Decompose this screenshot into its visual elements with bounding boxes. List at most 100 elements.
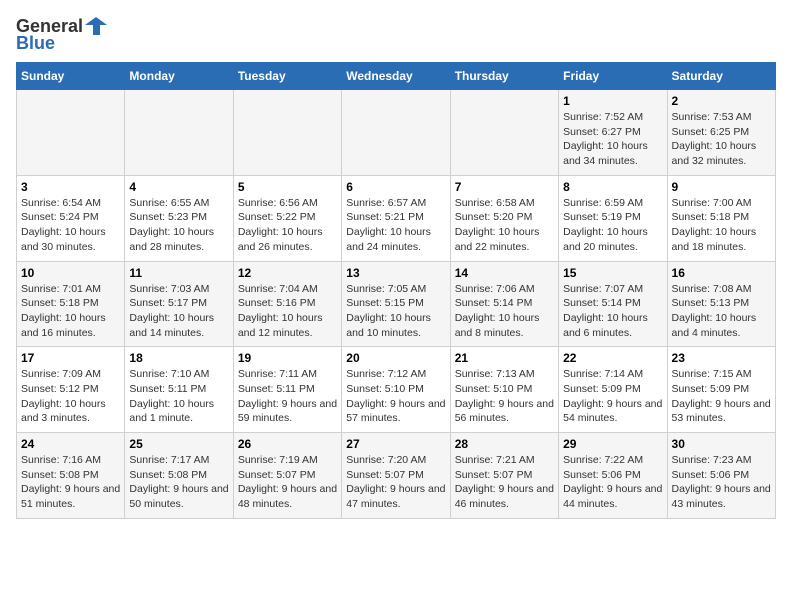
day-info: Sunrise: 6:55 AM Sunset: 5:23 PM Dayligh… (129, 196, 228, 255)
page-header: General Blue (16, 16, 776, 54)
day-number: 4 (129, 180, 228, 194)
calendar-cell: 1Sunrise: 7:52 AM Sunset: 6:27 PM Daylig… (559, 90, 667, 176)
calendar-cell (450, 90, 558, 176)
day-number: 21 (455, 351, 554, 365)
day-number: 28 (455, 437, 554, 451)
calendar-cell: 16Sunrise: 7:08 AM Sunset: 5:13 PM Dayli… (667, 261, 775, 347)
calendar-cell: 27 Sunrise: 7:20 AM Sunset: 5:07 PM Dayli… (342, 433, 450, 519)
calendar-cell: 13 Sunrise: 7:05 AM Sunset: 5:15 PM Dayli… (342, 261, 450, 347)
day-info: Sunrise: 6:54 AM Sunset: 5:24 PM Dayligh… (21, 196, 120, 255)
day-number: 26 (238, 437, 337, 451)
day-info: Sunrise: 7:22 AM Sunset: 5:06 PM Dayligh… (563, 453, 662, 512)
calendar-cell: 4 Sunrise: 6:55 AM Sunset: 5:23 PM Daylig… (125, 175, 233, 261)
day-number: 11 (129, 266, 228, 280)
calendar-cell: 29 Sunrise: 7:22 AM Sunset: 5:06 PM Dayli… (559, 433, 667, 519)
day-number: 17 (21, 351, 120, 365)
day-number: 23 (672, 351, 771, 365)
day-number: 20 (346, 351, 445, 365)
calendar-cell: 28Sunrise: 7:21 AM Sunset: 5:07 PM Dayli… (450, 433, 558, 519)
day-number: 10 (21, 266, 120, 280)
day-number: 25 (129, 437, 228, 451)
day-info: Sunrise: 7:11 AM Sunset: 5:11 PM Dayligh… (238, 367, 337, 426)
calendar-cell (125, 90, 233, 176)
day-number: 5 (238, 180, 337, 194)
calendar-cell: 11 Sunrise: 7:03 AM Sunset: 5:17 PM Dayli… (125, 261, 233, 347)
day-info: Sunrise: 7:01 AM Sunset: 5:18 PM Dayligh… (21, 282, 120, 341)
day-info: Sunrise: 7:16 AM Sunset: 5:08 PM Dayligh… (21, 453, 120, 512)
day-number: 8 (563, 180, 662, 194)
day-number: 3 (21, 180, 120, 194)
day-number: 14 (455, 266, 554, 280)
day-info: Sunrise: 7:13 AM Sunset: 5:10 PM Dayligh… (455, 367, 554, 426)
day-info: Sunrise: 7:14 AM Sunset: 5:09 PM Dayligh… (563, 367, 662, 426)
day-number: 12 (238, 266, 337, 280)
weekday-header-friday: Friday (559, 63, 667, 90)
calendar-cell: 7Sunrise: 6:58 AM Sunset: 5:20 PM Daylig… (450, 175, 558, 261)
calendar-cell: 2 Sunrise: 7:53 AM Sunset: 6:25 PM Daylig… (667, 90, 775, 176)
calendar-cell: 12 Sunrise: 7:04 AM Sunset: 5:16 PM Dayli… (233, 261, 341, 347)
day-number: 15 (563, 266, 662, 280)
day-info: Sunrise: 7:19 AM Sunset: 5:07 PM Dayligh… (238, 453, 337, 512)
weekday-header-sunday: Sunday (17, 63, 125, 90)
day-info: Sunrise: 7:20 AM Sunset: 5:07 PM Dayligh… (346, 453, 445, 512)
calendar-cell: 18Sunrise: 7:10 AM Sunset: 5:11 PM Dayli… (125, 347, 233, 433)
calendar-cell: 3 Sunrise: 6:54 AM Sunset: 5:24 PM Daylig… (17, 175, 125, 261)
day-info: Sunrise: 6:57 AM Sunset: 5:21 PM Dayligh… (346, 196, 445, 255)
calendar-week-row: 3 Sunrise: 6:54 AM Sunset: 5:24 PM Daylig… (17, 175, 776, 261)
calendar-week-row: 10 Sunrise: 7:01 AM Sunset: 5:18 PM Dayli… (17, 261, 776, 347)
day-number: 2 (672, 94, 771, 108)
calendar-week-row: 17 Sunrise: 7:09 AM Sunset: 5:12 PM Dayli… (17, 347, 776, 433)
day-info: Sunrise: 7:00 AM Sunset: 5:18 PM Dayligh… (672, 196, 771, 255)
calendar-cell: 23 Sunrise: 7:15 AM Sunset: 5:09 PM Dayli… (667, 347, 775, 433)
day-info: Sunrise: 7:04 AM Sunset: 5:16 PM Dayligh… (238, 282, 337, 341)
day-number: 16 (672, 266, 771, 280)
day-number: 13 (346, 266, 445, 280)
day-number: 27 (346, 437, 445, 451)
day-number: 1 (563, 94, 662, 108)
day-info: Sunrise: 7:53 AM Sunset: 6:25 PM Dayligh… (672, 110, 771, 169)
weekday-header-monday: Monday (125, 63, 233, 90)
day-info: Sunrise: 7:17 AM Sunset: 5:08 PM Dayligh… (129, 453, 228, 512)
calendar-week-row: 24 Sunrise: 7:16 AM Sunset: 5:08 PM Dayli… (17, 433, 776, 519)
calendar-header-row: SundayMondayTuesdayWednesdayThursdayFrid… (17, 63, 776, 90)
calendar-cell: 9Sunrise: 7:00 AM Sunset: 5:18 PM Daylig… (667, 175, 775, 261)
calendar-cell (17, 90, 125, 176)
calendar-cell (342, 90, 450, 176)
calendar-cell: 30Sunrise: 7:23 AM Sunset: 5:06 PM Dayli… (667, 433, 775, 519)
calendar-cell: 24 Sunrise: 7:16 AM Sunset: 5:08 PM Dayli… (17, 433, 125, 519)
day-info: Sunrise: 7:23 AM Sunset: 5:06 PM Dayligh… (672, 453, 771, 512)
calendar-cell: 10 Sunrise: 7:01 AM Sunset: 5:18 PM Dayli… (17, 261, 125, 347)
day-number: 29 (563, 437, 662, 451)
calendar-cell: 26 Sunrise: 7:19 AM Sunset: 5:07 PM Dayli… (233, 433, 341, 519)
day-info: Sunrise: 7:03 AM Sunset: 5:17 PM Dayligh… (129, 282, 228, 341)
day-info: Sunrise: 6:58 AM Sunset: 5:20 PM Dayligh… (455, 196, 554, 255)
calendar-cell: 21 Sunrise: 7:13 AM Sunset: 5:10 PM Dayli… (450, 347, 558, 433)
calendar-cell: 5Sunrise: 6:56 AM Sunset: 5:22 PM Daylig… (233, 175, 341, 261)
day-info: Sunrise: 7:06 AM Sunset: 5:14 PM Dayligh… (455, 282, 554, 341)
calendar-cell (233, 90, 341, 176)
day-info: Sunrise: 7:12 AM Sunset: 5:10 PM Dayligh… (346, 367, 445, 426)
calendar-cell: 8 Sunrise: 6:59 AM Sunset: 5:19 PM Daylig… (559, 175, 667, 261)
day-number: 24 (21, 437, 120, 451)
day-number: 19 (238, 351, 337, 365)
calendar-cell: 15 Sunrise: 7:07 AM Sunset: 5:14 PM Dayli… (559, 261, 667, 347)
day-info: Sunrise: 7:09 AM Sunset: 5:12 PM Dayligh… (21, 367, 120, 426)
day-info: Sunrise: 6:59 AM Sunset: 5:19 PM Dayligh… (563, 196, 662, 255)
calendar-cell: 14 Sunrise: 7:06 AM Sunset: 5:14 PM Dayli… (450, 261, 558, 347)
calendar-cell: 25 Sunrise: 7:17 AM Sunset: 5:08 PM Dayli… (125, 433, 233, 519)
logo: General Blue (16, 16, 107, 54)
calendar-cell: 22 Sunrise: 7:14 AM Sunset: 5:09 PM Dayli… (559, 347, 667, 433)
calendar-cell: 20 Sunrise: 7:12 AM Sunset: 5:10 PM Dayli… (342, 347, 450, 433)
day-info: Sunrise: 7:07 AM Sunset: 5:14 PM Dayligh… (563, 282, 662, 341)
day-number: 6 (346, 180, 445, 194)
weekday-header-tuesday: Tuesday (233, 63, 341, 90)
day-info: Sunrise: 7:10 AM Sunset: 5:11 PM Dayligh… (129, 367, 228, 426)
calendar-cell: 19 Sunrise: 7:11 AM Sunset: 5:11 PM Dayli… (233, 347, 341, 433)
calendar-table: SundayMondayTuesdayWednesdayThursdayFrid… (16, 62, 776, 519)
weekday-header-saturday: Saturday (667, 63, 775, 90)
day-info: Sunrise: 7:15 AM Sunset: 5:09 PM Dayligh… (672, 367, 771, 426)
day-info: Sunrise: 7:05 AM Sunset: 5:15 PM Dayligh… (346, 282, 445, 341)
weekday-header-wednesday: Wednesday (342, 63, 450, 90)
logo-blue-text: Blue (16, 33, 55, 54)
day-number: 22 (563, 351, 662, 365)
